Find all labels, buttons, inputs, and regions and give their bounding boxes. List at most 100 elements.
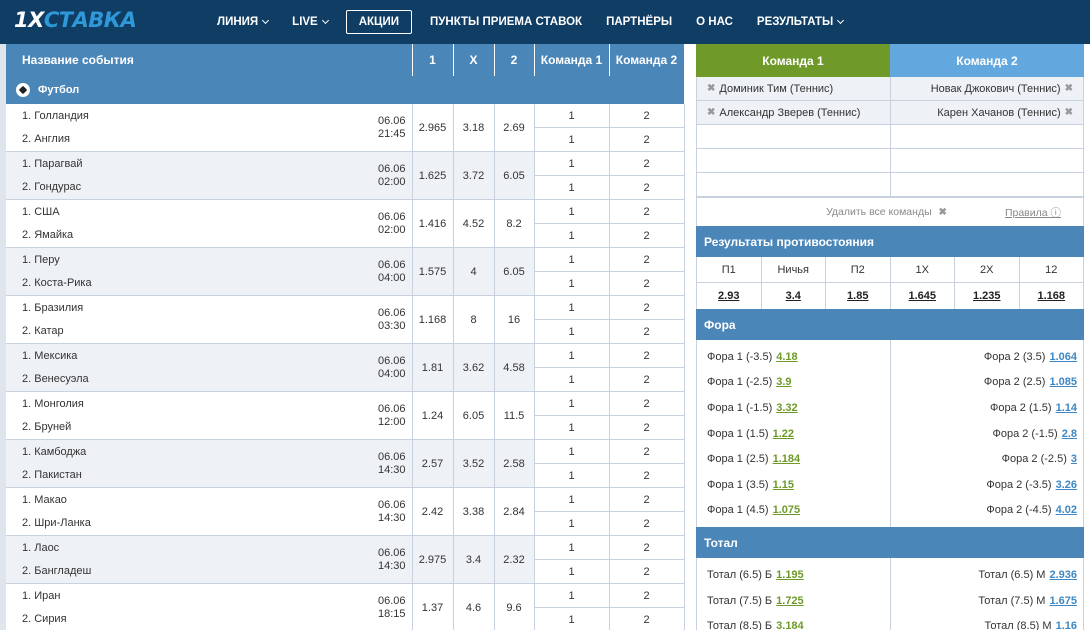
odds-2[interactable]: 2.58 bbox=[494, 439, 535, 488]
pick-team2-cell[interactable]: 2 bbox=[609, 199, 685, 224]
odds-1[interactable]: 2.965 bbox=[412, 104, 454, 152]
team2-name[interactable]: 2. Сирия bbox=[22, 613, 352, 625]
pick-team2-cell[interactable]: 2 bbox=[609, 511, 685, 536]
remove-icon[interactable]: ✖ bbox=[707, 83, 715, 94]
odds-2[interactable]: 2.84 bbox=[494, 487, 535, 536]
logo[interactable]: 1XСТАВКА bbox=[14, 8, 137, 32]
delete-all-button[interactable]: Удалить все команды ✖ bbox=[826, 206, 951, 218]
odds-x[interactable]: 4.52 bbox=[453, 199, 495, 248]
market-odds[interactable]: 3 bbox=[1071, 453, 1077, 465]
team1-name[interactable]: 1. Мексика bbox=[22, 350, 352, 362]
market-odds[interactable]: 1.064 bbox=[1049, 351, 1077, 363]
nav-item-2[interactable]: АКЦИИ bbox=[345, 10, 412, 34]
team2-name[interactable]: 2. Венесуэла bbox=[22, 373, 352, 385]
pair-right[interactable]: Карен Хачанов (Теннис) ✖ bbox=[889, 101, 1083, 124]
empty-slot[interactable] bbox=[889, 125, 1083, 148]
team1-name[interactable]: 1. Перу bbox=[22, 254, 352, 266]
team1-name[interactable]: 1. Парагвай bbox=[22, 158, 352, 170]
result-odds[interactable]: 3.4 bbox=[762, 283, 826, 309]
odds-1[interactable]: 1.24 bbox=[412, 391, 454, 440]
market-odds[interactable]: 3.32 bbox=[776, 402, 797, 414]
empty-slot[interactable] bbox=[889, 149, 1083, 172]
pick-team2-cell[interactable]: 2 bbox=[609, 391, 685, 416]
table-row[interactable]: 1. Парагвай 2. Гондурас 06.06 02:00 1.625 3.7… bbox=[6, 151, 685, 200]
market-odds[interactable]: 3.26 bbox=[1056, 479, 1077, 491]
odds-2[interactable]: 2.69 bbox=[494, 104, 535, 152]
pick-team1-cell[interactable]: 1 bbox=[534, 223, 610, 248]
pick-team2-cell[interactable]: 2 bbox=[609, 535, 685, 560]
team1-name[interactable]: 1. Монголия bbox=[22, 398, 352, 410]
pick-team2-cell[interactable]: 2 bbox=[609, 583, 685, 608]
pick-team1-cell[interactable]: 1 bbox=[534, 391, 610, 416]
odds-x[interactable]: 3.52 bbox=[453, 439, 495, 488]
pick-team1-cell[interactable]: 1 bbox=[534, 439, 610, 464]
pick-team1-cell[interactable]: 1 bbox=[534, 367, 610, 392]
remove-icon[interactable]: ✖ bbox=[707, 107, 715, 118]
remove-icon[interactable]: ✖ bbox=[1065, 83, 1073, 94]
empty-slot[interactable] bbox=[697, 125, 890, 148]
table-row[interactable]: 1. Мексика 2. Венесуэла 06.06 04:00 1.81 3.62… bbox=[6, 343, 685, 392]
odds-x[interactable]: 3.72 bbox=[453, 151, 495, 200]
table-row[interactable]: 1. США 2. Ямайка 06.06 02:00 1.416 4.52 8.2 1 2 bbox=[6, 199, 685, 248]
pick-team2-cell[interactable]: 2 bbox=[609, 415, 685, 440]
table-row[interactable]: 1. Макао 2. Шри-Ланка 06.06 14:30 2.42 3.38 2.… bbox=[6, 487, 685, 536]
odds-2[interactable]: 9.6 bbox=[494, 583, 535, 630]
pick-team2-cell[interactable]: 2 bbox=[609, 367, 685, 392]
pick-team1-cell[interactable]: 1 bbox=[534, 607, 610, 630]
pick-team1-cell[interactable]: 1 bbox=[534, 127, 610, 152]
pick-team2-cell[interactable]: 2 bbox=[609, 127, 685, 152]
pick-team2-cell[interactable]: 2 bbox=[609, 463, 685, 488]
odds-2[interactable]: 2.32 bbox=[494, 535, 535, 584]
market-odds[interactable]: 1.14 bbox=[1056, 402, 1077, 414]
nav-item-3[interactable]: ПУНКТЫ ПРИЕМА СТАВОК bbox=[418, 10, 594, 34]
pick-team1-cell[interactable]: 1 bbox=[534, 175, 610, 200]
market-odds[interactable]: 2.936 bbox=[1049, 569, 1077, 581]
odds-1[interactable]: 2.975 bbox=[412, 535, 454, 584]
team1-name[interactable]: 1. Макао bbox=[22, 494, 352, 506]
team2-name[interactable]: 2. Гондурас bbox=[22, 181, 352, 193]
team1-name[interactable]: 1. Лаос bbox=[22, 542, 352, 554]
team2-name[interactable]: 2. Бруней bbox=[22, 421, 352, 433]
nav-item-0[interactable]: ЛИНИЯ bbox=[205, 10, 280, 34]
market-odds[interactable]: 1.184 bbox=[773, 453, 801, 465]
pick-team2-cell[interactable]: 2 bbox=[609, 295, 685, 320]
market-odds[interactable]: 1.16 bbox=[1056, 620, 1077, 630]
odds-x[interactable]: 3.4 bbox=[453, 535, 495, 584]
market-odds[interactable]: 1.195 bbox=[776, 569, 804, 581]
nav-item-4[interactable]: ПАРТНЁРЫ bbox=[594, 10, 684, 34]
odds-2[interactable]: 11.5 bbox=[494, 391, 535, 440]
team1-name[interactable]: 1. Голландия bbox=[22, 110, 352, 122]
team1-name[interactable]: 1. США bbox=[22, 206, 352, 218]
pick-team1-cell[interactable]: 1 bbox=[534, 535, 610, 560]
team2-name[interactable]: 2. Пакистан bbox=[22, 469, 352, 481]
result-odds[interactable]: 1.168 bbox=[1020, 283, 1084, 309]
odds-x[interactable]: 4 bbox=[453, 247, 495, 296]
table-row[interactable]: 1. Камбоджа 2. Пакистан 06.06 14:30 2.57 3.52… bbox=[6, 439, 685, 488]
odds-2[interactable]: 8.2 bbox=[494, 199, 535, 248]
pair-right[interactable]: Новак Джокович (Теннис) ✖ bbox=[889, 77, 1083, 100]
odds-2[interactable]: 6.05 bbox=[494, 247, 535, 296]
odds-x[interactable]: 3.38 bbox=[453, 487, 495, 536]
odds-1[interactable]: 1.81 bbox=[412, 343, 454, 392]
market-odds[interactable]: 1.675 bbox=[1049, 595, 1077, 607]
pick-team1-cell[interactable]: 1 bbox=[534, 463, 610, 488]
pick-team1-cell[interactable]: 1 bbox=[534, 199, 610, 224]
pick-team2-cell[interactable]: 2 bbox=[609, 559, 685, 584]
odds-1[interactable]: 1.575 bbox=[412, 247, 454, 296]
team2-name[interactable]: 2. Коста-Рика bbox=[22, 277, 352, 289]
pair-left[interactable]: ✖ Доминик Тим (Теннис) bbox=[697, 77, 890, 100]
pick-team2-cell[interactable]: 2 bbox=[609, 319, 685, 344]
result-odds[interactable]: 1.235 bbox=[955, 283, 1019, 309]
nav-item-5[interactable]: О НАС bbox=[684, 10, 745, 34]
result-odds[interactable]: 2.93 bbox=[697, 283, 761, 309]
market-odds[interactable]: 1.22 bbox=[773, 428, 794, 440]
market-odds[interactable]: 3.9 bbox=[776, 376, 791, 388]
odds-1[interactable]: 2.42 bbox=[412, 487, 454, 536]
table-row[interactable]: 1. Лаос 2. Бангладеш 06.06 14:30 2.975 3.4 2.3… bbox=[6, 535, 685, 584]
result-odds[interactable]: 1.645 bbox=[891, 283, 955, 309]
table-row[interactable]: 1. Перу 2. Коста-Рика 06.06 04:00 1.575 4 6.05… bbox=[6, 247, 685, 296]
odds-x[interactable]: 3.18 bbox=[453, 104, 495, 152]
market-odds[interactable]: 1.085 bbox=[1049, 376, 1077, 388]
tab-team2[interactable]: Команда 2 bbox=[890, 44, 1084, 77]
market-odds[interactable]: 2.8 bbox=[1062, 428, 1077, 440]
